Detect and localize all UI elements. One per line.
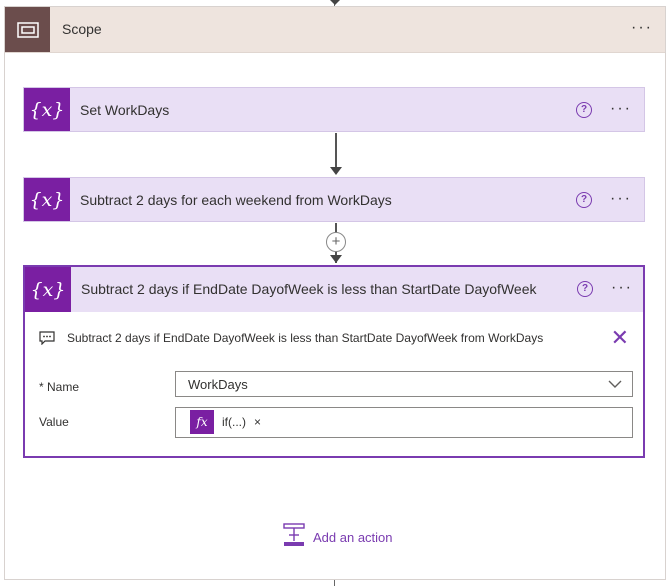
add-action-icon <box>283 522 305 552</box>
name-dropdown[interactable]: WorkDays <box>175 371 633 397</box>
value-input[interactable]: fx if(...) × <box>175 407 633 438</box>
variable-icon: {x} <box>25 267 71 312</box>
name-dropdown-value: WorkDays <box>188 377 248 392</box>
arrow-down-icon <box>330 255 342 263</box>
arrow-down-icon <box>330 167 342 175</box>
expression-token[interactable]: fx if(...) × <box>190 409 261 435</box>
add-action-button[interactable]: Add an action <box>283 522 393 552</box>
action-title: Set WorkDays <box>80 102 170 118</box>
action-card-subtract-weekends[interactable]: {x} Subtract 2 days for each weekend fro… <box>23 177 645 222</box>
help-icon[interactable]: ? <box>576 102 592 118</box>
chevron-down-icon <box>608 377 622 392</box>
expression-token-text: if(...) <box>222 415 246 429</box>
action-header[interactable]: {x} Subtract 2 days if EndDate DayofWeek… <box>25 267 643 312</box>
action-description-row: Subtract 2 days if EndDate DayofWeek is … <box>39 327 629 350</box>
variable-icon: {x} <box>24 88 70 131</box>
more-options-icon[interactable]: ··· <box>610 191 632 207</box>
name-field-label: * Name <box>39 380 80 394</box>
scope-icon <box>5 7 50 52</box>
more-options-icon[interactable]: ··· <box>610 101 632 117</box>
action-description: Subtract 2 days if EndDate DayofWeek is … <box>67 331 544 345</box>
more-options-icon[interactable]: ··· <box>611 280 633 296</box>
action-title: Subtract 2 days for each weekend from Wo… <box>80 192 392 208</box>
help-icon[interactable]: ? <box>577 281 593 297</box>
value-field-label: Value <box>39 415 69 429</box>
top-arrow-icon <box>330 0 340 5</box>
scope-title: Scope <box>62 21 102 37</box>
comment-icon <box>39 331 55 350</box>
scope-container: Scope ··· {x} Set WorkDays ? ··· {x} Sub… <box>4 6 666 580</box>
action-title: Subtract 2 days if EndDate DayofWeek is … <box>81 281 537 297</box>
bottom-connector-line <box>334 580 335 586</box>
scope-more-options-icon[interactable]: ··· <box>631 20 653 36</box>
insert-step-button[interactable]: + <box>326 232 346 252</box>
action-card-subtract-dayofweek: {x} Subtract 2 days if EndDate DayofWeek… <box>23 265 645 458</box>
help-icon[interactable]: ? <box>576 192 592 208</box>
action-card-set-workdays[interactable]: {x} Set WorkDays ? ··· <box>23 87 645 132</box>
close-description-icon[interactable]: ✕ <box>611 327 629 349</box>
variable-icon: {x} <box>24 178 70 221</box>
connector-line <box>335 133 337 169</box>
add-action-label: Add an action <box>313 529 393 545</box>
remove-token-icon[interactable]: × <box>254 415 261 429</box>
function-icon: fx <box>190 410 214 434</box>
scope-header[interactable]: Scope ··· <box>5 7 665 53</box>
